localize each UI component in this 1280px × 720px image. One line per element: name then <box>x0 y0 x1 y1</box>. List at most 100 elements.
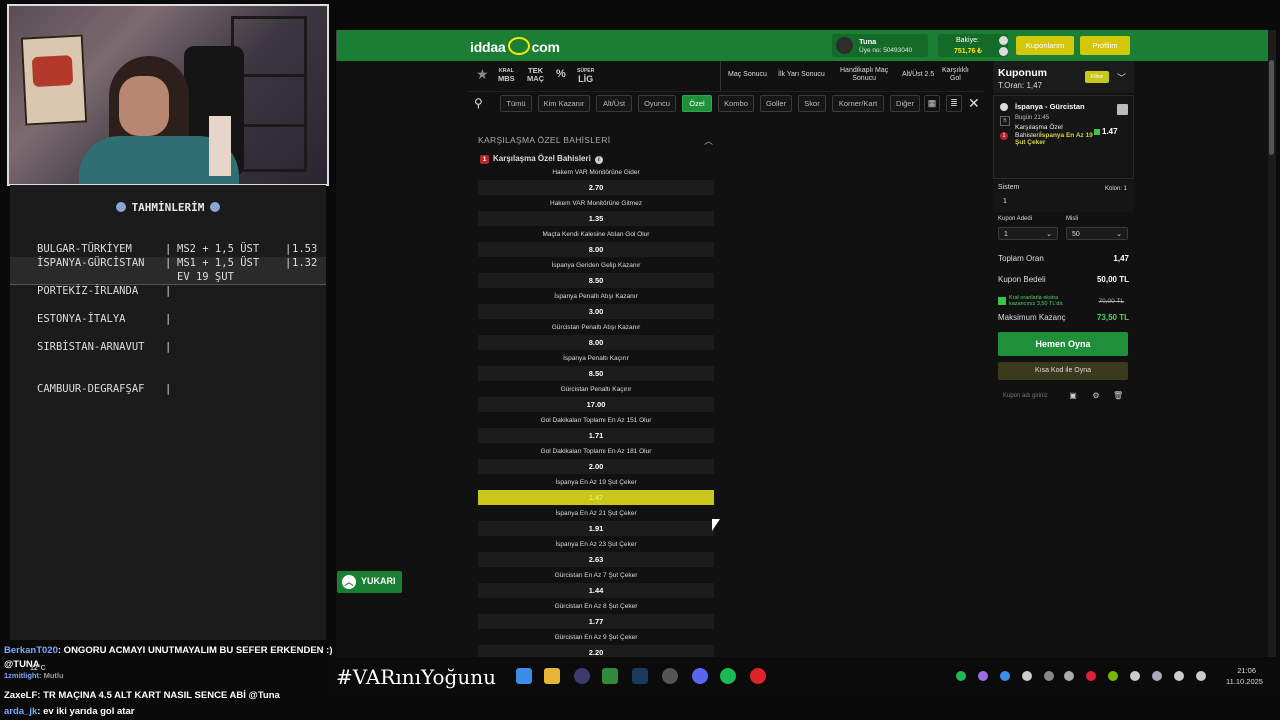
discord-tray-icon[interactable] <box>1022 671 1032 681</box>
nav-tek-mac[interactable]: TEK MAÇ <box>527 67 544 83</box>
stake-line: Kupon Bedeli 50,00 TL <box>998 275 1129 284</box>
nav-percent[interactable]: % <box>556 69 566 80</box>
spotify-tray-icon[interactable] <box>956 671 966 681</box>
search-icon[interactable]: ⚲ <box>474 96 483 110</box>
odd-button[interactable]: 17.00 <box>478 397 714 412</box>
prediction-sep: | <box>165 313 172 325</box>
scroll-top-button[interactable]: ︿ YUKARI <box>337 571 402 593</box>
chevron-down-icon[interactable]: ﹀ <box>1117 71 1126 84</box>
odd-button[interactable]: 2.20 <box>478 645 714 657</box>
banko-icon[interactable]: B <box>1000 116 1010 126</box>
delete-selection-icon[interactable] <box>1117 104 1128 115</box>
filter-oyuncu[interactable]: Oyuncu <box>638 95 676 112</box>
bonus-info: Kral oranlarla ekstra kazancınız 3,50 TL'… <box>998 295 1129 309</box>
odd-button[interactable]: 2.63 <box>478 552 714 567</box>
info-icon[interactable]: i <box>594 156 603 164</box>
filter-diger[interactable]: Diğer <box>890 95 920 112</box>
list-icon[interactable]: ≣ <box>946 95 962 112</box>
filter-kombo[interactable]: Kombo <box>718 95 754 112</box>
nav-kral-mbs[interactable]: KRAL MBS <box>498 67 515 83</box>
tray-icon[interactable] <box>1086 671 1096 681</box>
coupon-count-select[interactable]: 1 ⌄ <box>998 227 1058 240</box>
folder-icon[interactable] <box>544 668 560 684</box>
prediction-match: PORTEKİZ-İRLANDA <box>37 285 139 297</box>
odd-button-selected[interactable]: 1.47 <box>478 490 714 505</box>
steam-icon[interactable] <box>632 668 648 684</box>
multi-select[interactable]: 50 ⌄ <box>1066 227 1128 240</box>
calendar-icon[interactable]: ▦ <box>924 95 940 112</box>
filter-tumu[interactable]: Tümü <box>500 95 532 112</box>
network-icon[interactable] <box>1152 671 1162 681</box>
filter-kim-kazanir[interactable]: Kim Kazanır <box>538 95 590 112</box>
odd-button[interactable]: 1.71 <box>478 428 714 443</box>
save-icon[interactable]: ▣ <box>1068 391 1078 401</box>
tab-handikap[interactable]: Handikaplı Maç Sonucu <box>840 67 888 83</box>
odd-button[interactable]: 8.50 <box>478 366 714 381</box>
prediction-pick: MS1 + 1,5 ÜST <box>177 257 260 269</box>
coupon-name-input[interactable]: Kupon adı giriniz <box>1003 393 1048 399</box>
bluetooth-icon[interactable] <box>1000 671 1010 681</box>
chat-text: : TR MAÇINA 4.5 ALT KART NASIL SENCE ABİ… <box>37 690 280 701</box>
filter-ozel[interactable]: Özel <box>682 95 712 112</box>
odd-button[interactable]: 3.00 <box>478 304 714 319</box>
odd-button[interactable]: 8.00 <box>478 335 714 350</box>
windows-start-icon[interactable] <box>516 668 532 684</box>
nvidia-icon[interactable] <box>1108 671 1118 681</box>
scrollbar-thumb[interactable] <box>1269 60 1274 155</box>
streamer-face <box>119 76 169 136</box>
gear-icon[interactable]: ⚙ <box>1091 391 1101 401</box>
filter-goller[interactable]: Goller <box>760 95 792 112</box>
tray-icon[interactable] <box>1130 671 1140 681</box>
close-icon[interactable]: ✕ <box>968 95 980 112</box>
odd-label: Hakem VAR Monitörüne Gitmez <box>550 200 642 207</box>
site-logo[interactable]: iddaa com <box>470 37 560 55</box>
odd-button[interactable]: 1.91 <box>478 521 714 536</box>
star-icon[interactable]: ★ <box>476 66 489 83</box>
odd-button[interactable]: 1.77 <box>478 614 714 629</box>
tray-icon[interactable] <box>1044 671 1054 681</box>
balance-box[interactable]: Bakiye: 751,76 ₺ <box>938 34 1008 57</box>
short-code-button[interactable]: Kısa Kod ile Oyna <box>998 362 1128 380</box>
volume-icon[interactable] <box>1196 671 1206 681</box>
tab-alt-ust[interactable]: Alt/Üst 2.5 <box>902 71 934 79</box>
microphone-icon[interactable] <box>1174 671 1184 681</box>
tab-mac-sonucu[interactable]: Maç Sonucu <box>728 71 767 79</box>
controller-icon[interactable] <box>1064 671 1074 681</box>
trash-icon[interactable]: 🗑 <box>1113 391 1123 401</box>
odd-button[interactable]: 2.00 <box>478 459 714 474</box>
spotify-icon[interactable] <box>720 668 736 684</box>
notepad-icon[interactable] <box>602 668 618 684</box>
tab-karsilikli-gol[interactable]: Karşılıklı Gol <box>942 67 969 83</box>
chat-user: BerkanT020 <box>4 645 58 656</box>
odd-button[interactable]: 1.44 <box>478 583 714 598</box>
my-coupons-button[interactable]: Kuponlarım <box>1016 36 1074 55</box>
tray-icon[interactable] <box>978 671 988 681</box>
nav-super-lig[interactable]: SÜPER LİG <box>577 67 594 84</box>
user-info[interactable]: Tuna Üye no: 50493040 <box>832 34 928 57</box>
odd-button[interactable]: 8.50 <box>478 273 714 288</box>
opera-icon[interactable] <box>750 668 766 684</box>
odd-button[interactable]: 1.35 <box>478 211 714 226</box>
filter-badge[interactable]: Filtre <box>1085 71 1109 83</box>
divider <box>336 30 337 61</box>
play-now-button[interactable]: Hemen Oyna <box>998 332 1128 356</box>
filter-korner-kart[interactable]: Korner/Kart <box>832 95 884 112</box>
chat-text: : Mutlu <box>39 671 64 680</box>
odd-button[interactable]: 8.00 <box>478 242 714 257</box>
system-row: Sistem Kolon: 1 1 <box>993 180 1134 212</box>
prediction-sep: | <box>165 383 172 395</box>
odd-button[interactable]: 2.70 <box>478 180 714 195</box>
toggle-dots-icon[interactable] <box>999 36 1009 58</box>
app-icon[interactable] <box>574 668 590 684</box>
filter-alt-ust[interactable]: Alt/Üst <box>596 95 632 112</box>
discord-icon[interactable] <box>692 668 708 684</box>
chat-message: BerkanT020: ONGORU ACMAYI UNUTMAYALIM BU… <box>4 645 333 656</box>
chevron-up-icon[interactable]: ︿ <box>704 134 713 147</box>
system-clock[interactable]: 21:06 11.10.2025 <box>1226 665 1263 687</box>
tab-ilk-yari[interactable]: İlk Yarı Sonucu <box>778 71 825 79</box>
obs-icon[interactable] <box>662 668 678 684</box>
profile-button[interactable]: Profilim <box>1080 36 1130 55</box>
filter-skor[interactable]: Skor <box>798 95 826 112</box>
stream-hashtag: #VARınıYoğunu <box>336 665 496 689</box>
system-value[interactable]: 1 <box>1003 198 1007 205</box>
